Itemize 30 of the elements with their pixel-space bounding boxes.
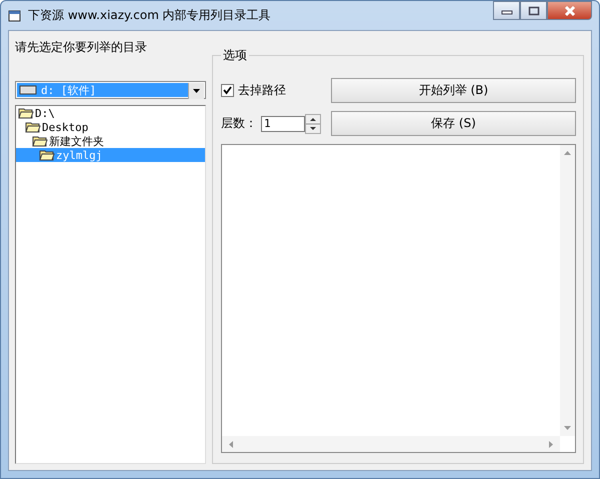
folder-icon [39,149,55,161]
tree-item[interactable]: Desktop [16,120,205,134]
scroll-left-icon[interactable] [228,440,234,448]
tree-item[interactable]: 新建文件夹 [16,134,205,148]
folder-icon [25,121,41,133]
maximize-button[interactable] [520,1,547,20]
tree-item[interactable]: D:\ [16,106,205,120]
start-button[interactable]: 开始列举 (B) [331,78,576,103]
vertical-scrollbar[interactable] [560,145,575,436]
folder-icon [18,107,34,119]
maximize-icon [528,6,540,16]
close-button[interactable] [547,1,592,20]
scroll-right-icon[interactable] [548,440,554,448]
drive-icon [19,85,37,95]
minimize-button[interactable] [493,1,520,20]
strip-path-checkbox[interactable] [221,84,234,97]
levels-field[interactable]: 1 [261,116,305,132]
levels-label: 层数： [221,115,257,132]
checkbox-label: 去掉路径 [238,82,286,99]
scroll-up-icon[interactable] [563,150,572,156]
save-button[interactable]: 保存 (S) [331,111,576,136]
scroll-down-icon[interactable] [563,425,572,431]
spinner[interactable] [305,114,321,134]
prompt-label: 请先选定你要列举的目录 [15,39,148,56]
horizontal-scrollbar[interactable] [222,436,560,452]
window-title: 下资源 www.xiazy.com 内部专用列目录工具 [28,7,271,24]
app-icon [8,8,22,22]
group-title: 选项 [222,47,248,64]
close-icon [562,4,576,16]
folder-icon [32,135,48,147]
